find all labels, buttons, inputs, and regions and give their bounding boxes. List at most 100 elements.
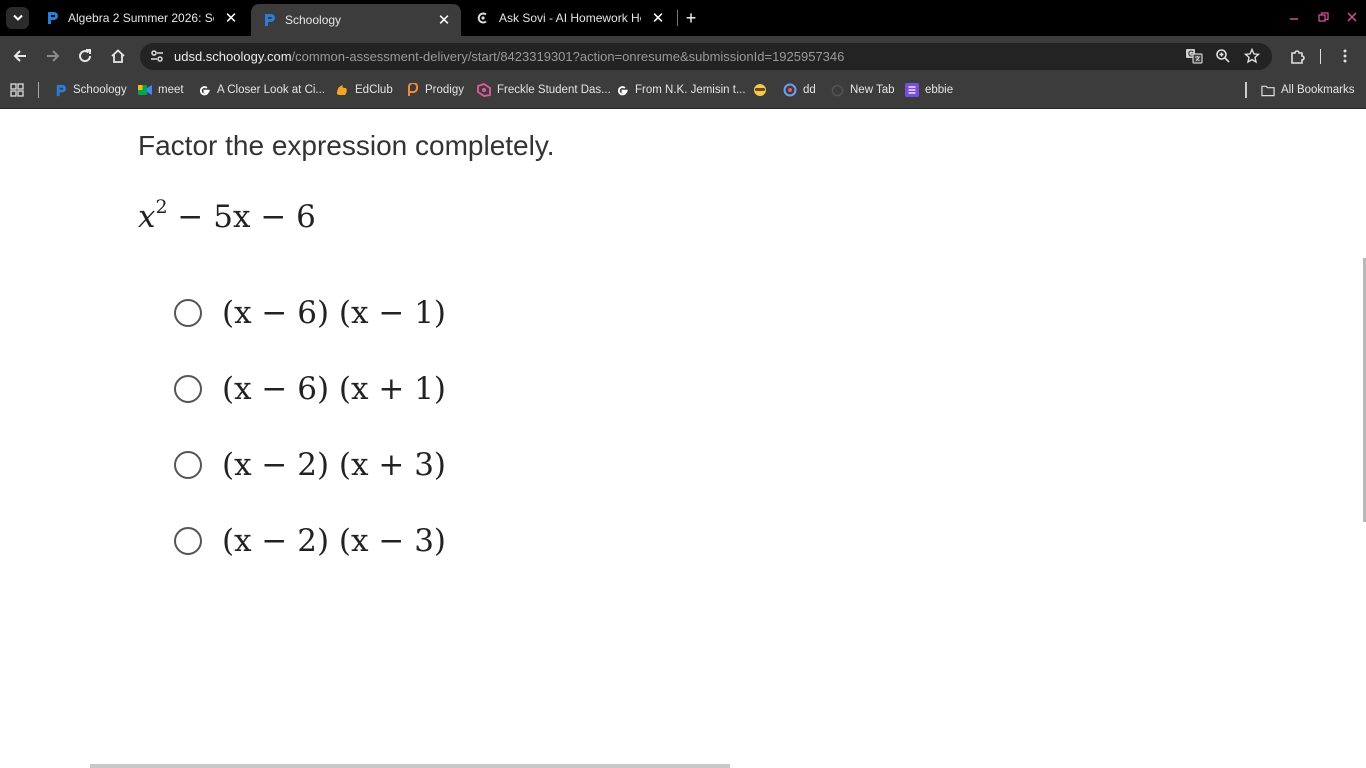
google-icon — [615, 83, 629, 97]
home-button[interactable] — [106, 44, 130, 68]
zoom-button[interactable] — [1211, 44, 1235, 68]
bookmark-closer-look[interactable]: A Closer Look at Ci... — [197, 82, 325, 98]
schoology-icon — [53, 83, 67, 97]
tab-title: Ask Sovi - AI Homework Helper — [499, 11, 641, 25]
reload-icon — [79, 49, 92, 63]
schoology-icon — [261, 12, 277, 28]
list-icon — [905, 83, 919, 97]
tab-title: Algebra 2 Summer 2026: Secti — [68, 11, 214, 25]
bookmark-ebbie[interactable]: ebbie — [905, 82, 953, 98]
new-tab-button[interactable]: + — [681, 8, 701, 28]
bookmark-label: From N.K. Jemisin t... — [635, 84, 746, 96]
apps-button[interactable] — [10, 82, 24, 98]
bookmark-label: ebbie — [925, 84, 954, 96]
url-path: /common-assessment-delivery/start/842331… — [291, 49, 845, 64]
back-button[interactable] — [8, 44, 32, 68]
arrow-right-icon — [47, 50, 60, 62]
restore-icon — [1317, 11, 1329, 22]
bookmark-label: A Closer Look at Ci... — [217, 84, 326, 96]
option-label: (x − 2) (x + 3) — [222, 447, 447, 483]
radio-button[interactable] — [174, 375, 202, 403]
emoji-icon — [753, 83, 767, 97]
bookmarks-separator — [38, 82, 39, 98]
close-icon[interactable]: ✕ — [649, 9, 667, 27]
bookmark-label: dd — [803, 84, 816, 96]
answer-option-3[interactable]: (x − 2) (x + 3) — [174, 443, 446, 487]
radio-button[interactable] — [174, 451, 202, 479]
option-label: (x − 2) (x − 3) — [222, 523, 447, 559]
extensions-button[interactable] — [1285, 44, 1309, 68]
kebab-menu-icon — [1343, 49, 1347, 63]
edclub-icon — [335, 83, 349, 97]
bookmark-label: EdClub — [355, 84, 393, 96]
translate-button[interactable]: G — [1182, 44, 1206, 68]
tune-icon — [151, 50, 163, 62]
close-window-button[interactable] — [1342, 8, 1362, 26]
bookmark-new-tab[interactable]: New Tab — [830, 82, 895, 98]
question-expression: x2 − 5x − 6 — [138, 196, 316, 235]
bookmarks-separator — [1245, 82, 1247, 98]
url-host: udsd.schoology.com — [174, 49, 292, 64]
bookmark-jemisin[interactable]: From N.K. Jemisin t... — [615, 82, 746, 98]
answer-option-4[interactable]: (x − 2) (x − 3) — [174, 519, 446, 563]
forward-button[interactable] — [41, 44, 65, 68]
radio-button[interactable] — [174, 527, 202, 555]
star-icon — [1244, 48, 1260, 64]
bookmark-label: New Tab — [850, 84, 895, 96]
url-text[interactable]: udsd.schoology.com/common-assessment-del… — [174, 49, 844, 64]
tab-strip: Algebra 2 Summer 2026: Secti ✕ Schoology… — [0, 0, 1366, 36]
home-icon — [111, 49, 125, 63]
tab-ask-sovi[interactable]: Ask Sovi - AI Homework Helper ✕ — [465, 4, 675, 32]
bookmark-emoji[interactable] — [753, 82, 773, 98]
folder-icon — [1261, 83, 1275, 97]
google-icon — [197, 83, 211, 97]
tab-title: Schoology — [285, 13, 342, 27]
bookmark-freckle[interactable]: Freckle Student Das... — [477, 82, 611, 98]
meet-icon — [138, 83, 152, 97]
all-bookmarks-button[interactable]: All Bookmarks — [1261, 82, 1355, 98]
bookmark-label: meet — [158, 84, 184, 96]
newtab-icon — [830, 83, 844, 97]
expression-rest: − 5x − 6 — [167, 199, 316, 235]
close-icon[interactable]: ✕ — [435, 11, 453, 29]
site-info-button[interactable] — [145, 44, 169, 68]
option-label: (x − 6) (x + 1) — [222, 371, 447, 407]
restore-button[interactable] — [1313, 8, 1333, 26]
answer-option-2[interactable]: (x − 6) (x + 1) — [174, 367, 446, 411]
browser-menu-button[interactable] — [1333, 44, 1357, 68]
close-icon[interactable]: ✕ — [222, 9, 240, 27]
bookmark-label: Freckle Student Das... — [497, 84, 611, 96]
schoology-icon — [44, 10, 60, 26]
answer-option-1[interactable]: (x − 6) (x − 1) — [174, 291, 446, 335]
tab-search-button[interactable] — [6, 7, 29, 29]
puzzle-icon — [1290, 49, 1305, 64]
tab-schoology[interactable]: Schoology ✕ — [251, 4, 461, 36]
bookmark-star-button[interactable] — [1240, 44, 1264, 68]
bookmark-label: Schoology — [73, 84, 127, 96]
apps-grid-icon — [10, 83, 24, 97]
bookmark-dd[interactable]: dd — [783, 82, 816, 98]
minimize-button[interactable] — [1284, 8, 1304, 26]
horizontal-scrollbar[interactable] — [90, 764, 730, 768]
minimize-icon — [1290, 18, 1298, 20]
close-icon — [1347, 12, 1357, 22]
dd-icon — [783, 83, 797, 97]
all-bookmarks-label: All Bookmarks — [1281, 84, 1355, 96]
freckle-icon — [477, 83, 491, 97]
bookmark-schoology[interactable]: Schoology — [53, 82, 127, 98]
option-label: (x − 6) (x − 1) — [222, 295, 447, 331]
radio-button[interactable] — [174, 299, 202, 327]
expression-exponent: 2 — [155, 196, 168, 218]
bookmark-prodigy[interactable]: Prodigy — [405, 82, 464, 98]
tab-algebra[interactable]: Algebra 2 Summer 2026: Secti ✕ — [34, 4, 248, 32]
toolbar-separator — [1320, 49, 1321, 64]
arrow-left-icon — [13, 50, 26, 62]
translate-icon: G — [1186, 49, 1203, 64]
bookmark-label: Prodigy — [425, 84, 464, 96]
bookmark-edclub[interactable]: EdClub — [335, 82, 393, 98]
bookmark-meet[interactable]: meet — [138, 82, 184, 98]
reload-button[interactable] — [73, 44, 97, 68]
sovi-icon — [475, 10, 491, 26]
tab-separator — [677, 10, 678, 26]
expression-base: x — [138, 199, 156, 235]
